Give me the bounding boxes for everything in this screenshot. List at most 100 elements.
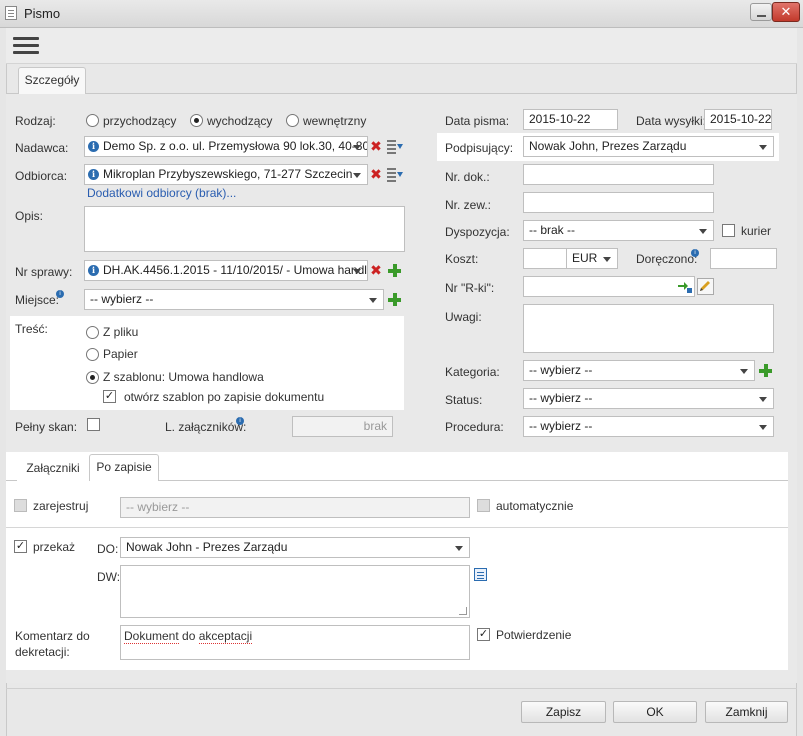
zapisz-button[interactable]: Zapisz — [521, 701, 606, 723]
tresc-option-label: Z pliku — [103, 325, 139, 339]
komentarz-textarea[interactable]: Dokument do akceptacji — [120, 625, 470, 660]
nr-sprawy-select[interactable]: DH.AK.4456.1.2015 - 11/10/2015/ - Umowa … — [84, 260, 368, 281]
data-wysylki-input[interactable]: 2015-10-22 — [704, 109, 772, 130]
status-label: Status: — [445, 393, 483, 407]
generate-icon[interactable] — [677, 280, 693, 294]
l-zalacznikow-label: L. załączników: — [165, 420, 247, 434]
nadawca-value: Demo Sp. z o.o. ul. Przemysłowa 90 lok.3… — [103, 139, 368, 153]
info-icon: i — [56, 290, 64, 298]
zarejestruj-checkbox[interactable] — [14, 499, 27, 512]
zarejestruj-label: zarejestruj — [33, 499, 89, 513]
rodzaj-option-label: wewnętrzny — [303, 114, 367, 128]
nr-zew-input[interactable] — [523, 192, 714, 213]
menu-icon[interactable] — [13, 37, 39, 55]
procedura-value: -- wybierz -- — [529, 419, 593, 433]
section-divider — [6, 527, 788, 528]
potwierdzenie-checkbox[interactable]: ✓ — [477, 628, 490, 641]
comment-word: Dokument — [124, 629, 179, 644]
rodzaj-radio-wewnetrzny[interactable] — [286, 114, 299, 127]
podpisujacy-label: Podpisujący: — [445, 141, 514, 155]
resize-handle[interactable] — [459, 607, 467, 615]
currency-value: EUR — [572, 251, 598, 265]
rodzaj-radio-wychodzacy[interactable] — [190, 114, 203, 127]
list-icon[interactable] — [387, 140, 403, 154]
kurier-label: kurier — [741, 224, 772, 238]
toolbar — [6, 28, 797, 64]
doreczono-input[interactable] — [710, 248, 777, 269]
zarejestruj-select: -- wybierz -- — [120, 497, 470, 518]
nadawca-select[interactable]: Demo Sp. z o.o. ul. Przemysłowa 90 lok.3… — [84, 136, 368, 157]
nr-sprawy-label: Nr sprawy: — [15, 265, 73, 279]
info-icon: i — [88, 169, 99, 180]
additional-recipients-link[interactable]: Dodatkowi odbiorcy (brak)... — [87, 186, 236, 200]
do-value: Nowak John - Prezes Zarządu — [126, 540, 288, 554]
remove-icon[interactable]: ✖ — [370, 167, 382, 181]
open-template-label: otwórz szablon po zapisie dokumentu — [124, 390, 325, 404]
info-icon: i — [236, 417, 244, 425]
kurier-checkbox[interactable] — [722, 224, 735, 237]
edit-icon[interactable] — [697, 278, 714, 295]
rodzaj-label: Rodzaj: — [15, 114, 56, 128]
status-value: -- wybierz -- — [529, 391, 593, 405]
rodzaj-option-label: przychodzący — [103, 114, 177, 128]
minimize-button[interactable] — [750, 3, 772, 21]
nr-rki-input[interactable] — [523, 276, 695, 297]
do-label: DO: — [97, 542, 119, 556]
nr-sprawy-value: DH.AK.4456.1.2015 - 11/10/2015/ - Umowa … — [103, 263, 368, 277]
address-book-icon[interactable] — [474, 568, 487, 581]
odbiorca-value: Mikroplan Przybyszewskiego, 71-277 Szcze… — [103, 167, 353, 181]
tresc-option-label: Papier — [103, 347, 138, 361]
add-icon[interactable] — [388, 264, 401, 277]
currency-select[interactable]: EUR — [566, 248, 618, 269]
nr-zew-label: Nr. zew.: — [445, 198, 492, 212]
status-select[interactable]: -- wybierz -- — [523, 388, 774, 409]
dyspozycja-label: Dyspozycja: — [445, 225, 510, 239]
dw-textarea[interactable] — [120, 565, 470, 618]
koszt-input[interactable] — [523, 248, 567, 269]
window-title: Pismo — [24, 6, 61, 21]
tab-po-zapisie[interactable]: Po zapisie — [89, 454, 159, 481]
document-icon — [5, 6, 17, 20]
potwierdzenie-label: Potwierdzenie — [496, 628, 572, 642]
odbiorca-select[interactable]: Mikroplan Przybyszewskiego, 71-277 Szcze… — [84, 164, 368, 185]
ok-button[interactable]: OK — [613, 701, 697, 723]
doreczono-label: Doręczono: — [636, 252, 698, 266]
remove-icon[interactable]: ✖ — [370, 139, 382, 153]
l-zalacznikow-input: brak — [292, 416, 393, 437]
opis-label: Opis: — [15, 209, 44, 223]
list-icon[interactable] — [387, 168, 403, 182]
komentarz-label-line2: dekretacji: — [15, 645, 70, 659]
tab-zalaczniki[interactable]: Załączniki — [17, 455, 89, 481]
info-icon: i — [88, 141, 99, 152]
close-button[interactable]: ✕ — [772, 2, 800, 22]
podpisujacy-select[interactable]: Nowak John, Prezes Zarządu — [523, 136, 774, 157]
data-pisma-input[interactable]: 2015-10-22 — [523, 109, 618, 130]
remove-icon[interactable]: ✖ — [370, 263, 382, 277]
automatycznie-checkbox[interactable] — [477, 499, 490, 512]
miejsce-select[interactable]: -- wybierz -- — [84, 289, 384, 310]
procedura-select[interactable]: -- wybierz -- — [523, 416, 774, 437]
tresc-radio-z-szablonu[interactable] — [86, 371, 99, 384]
tresc-radio-papier[interactable] — [86, 348, 99, 361]
przekaz-checkbox[interactable]: ✓ — [14, 540, 27, 553]
do-select[interactable]: Nowak John - Prezes Zarządu — [120, 537, 470, 558]
add-icon[interactable] — [388, 293, 401, 306]
dyspozycja-select[interactable]: -- brak -- — [523, 220, 714, 241]
tresc-radio-z-pliku[interactable] — [86, 326, 99, 339]
podpisujacy-value: Nowak John, Prezes Zarządu — [529, 139, 687, 153]
opis-textarea[interactable] — [84, 206, 405, 252]
nr-dok-input[interactable] — [523, 164, 714, 185]
rodzaj-radio-przychodzacy[interactable] — [86, 114, 99, 127]
comment-word: do — [182, 629, 196, 643]
koszt-label: Koszt: — [445, 252, 479, 266]
zamknij-button[interactable]: Zamknij — [705, 701, 788, 723]
tab-szczegoly[interactable]: Szczegóły — [18, 67, 86, 94]
add-icon[interactable] — [759, 364, 772, 377]
info-icon: i — [88, 265, 99, 276]
uwagi-textarea[interactable] — [523, 304, 774, 353]
open-template-checkbox[interactable]: ✓ — [103, 390, 116, 403]
kategoria-select[interactable]: -- wybierz -- — [523, 360, 755, 381]
kategoria-value: -- wybierz -- — [529, 363, 593, 377]
pelny-skan-checkbox[interactable] — [87, 418, 100, 431]
comment-word: akceptacji — [198, 629, 253, 644]
